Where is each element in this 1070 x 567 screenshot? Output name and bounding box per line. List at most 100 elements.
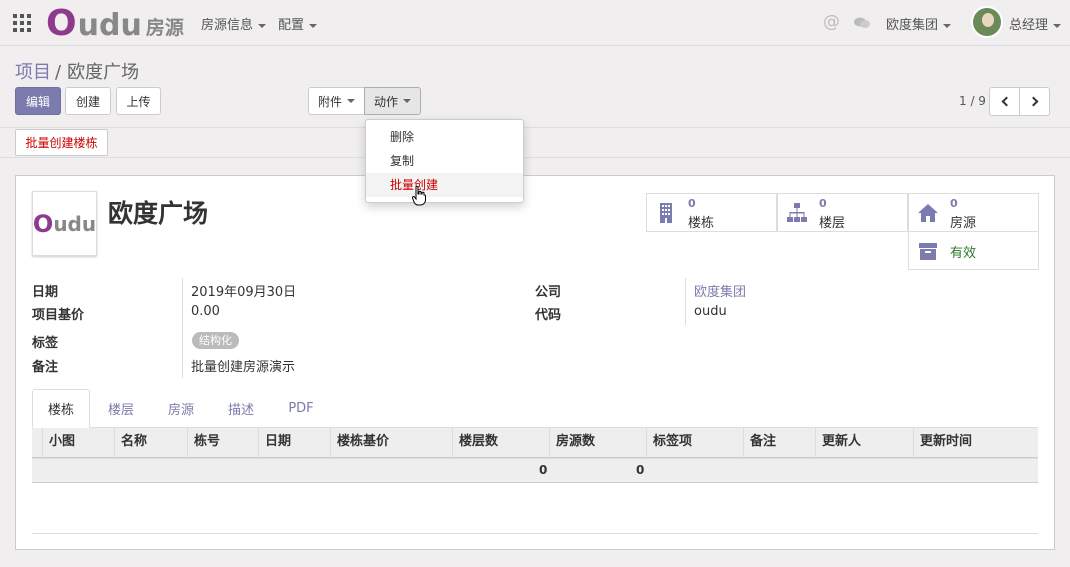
column-header-date[interactable]: 日期 <box>258 428 329 458</box>
user-avatar[interactable] <box>971 6 1003 38</box>
field-divider <box>685 278 686 325</box>
stat-buildings-label: 楼栋 <box>688 216 715 231</box>
company-switcher-label: 欧度集团 <box>886 18 939 33</box>
company-label: 公司 <box>535 285 562 300</box>
company-link[interactable]: 欧度集团 <box>694 281 746 300</box>
column-header-updated-by[interactable]: 更新人 <box>815 428 913 458</box>
home-icon <box>918 204 938 222</box>
app-name: 房源 <box>145 17 184 39</box>
caret-down-icon <box>258 23 267 28</box>
breadcrumb-separator: / <box>55 62 62 83</box>
top-navbar: Oudu 房源 房源信息 配置 @ 欧度集团 总经理 <box>0 0 1070 46</box>
sitemap-icon <box>787 203 807 222</box>
pager-next-button[interactable] <box>1019 87 1050 116</box>
user-menu[interactable]: 总经理 <box>1009 14 1062 33</box>
breadcrumb-parent-link[interactable]: 项目 <box>15 62 51 83</box>
apps-grid-icon[interactable] <box>13 14 31 32</box>
tab-floors[interactable]: 楼层 <box>96 389 146 428</box>
column-header-room-count[interactable]: 房源数 <box>549 428 646 458</box>
attachment-button-label: 附件 <box>317 94 342 109</box>
mention-icon[interactable]: @ <box>823 12 840 32</box>
active-toggle-button[interactable]: 有效 <box>908 231 1039 270</box>
record-title: 欧度广场 <box>108 199 209 228</box>
stat-floors-count: 0 <box>819 197 827 210</box>
brand-logo[interactable]: Oudu 房源 <box>46 4 184 42</box>
tag-label: 标签 <box>32 336 59 351</box>
menu-house-info[interactable]: 房源信息 <box>201 14 267 33</box>
brand-logo-o: O <box>46 3 77 44</box>
pager-previous-button[interactable] <box>989 87 1020 116</box>
caret-down-icon <box>403 99 411 103</box>
caret-down-icon <box>1053 23 1062 28</box>
pager-value: 1 / 9 <box>959 94 986 108</box>
date-label: 日期 <box>32 285 59 300</box>
column-header-updated-at[interactable]: 更新时间 <box>913 428 1038 458</box>
caret-down-icon <box>309 23 318 28</box>
create-button[interactable]: 创建 <box>65 87 111 115</box>
field-divider <box>182 278 183 378</box>
date-value: 2019年09月30日 <box>191 285 297 300</box>
project-logo: Oudu <box>32 191 97 256</box>
action-dropdown-menu: 删除 复制 批量创建 <box>365 119 524 203</box>
table-bottom-border <box>32 533 1038 534</box>
tab-buildings[interactable]: 楼栋 <box>32 389 90 428</box>
action-dropdown-button[interactable]: 动作 <box>364 87 421 115</box>
stat-floors-label: 楼层 <box>819 216 846 231</box>
attachment-dropdown-button[interactable]: 附件 <box>308 87 365 115</box>
stat-button-buildings[interactable]: 0 楼栋 <box>646 193 777 232</box>
breadcrumb: 项目 / 欧度广场 <box>15 58 139 84</box>
tag-badge: 结构化 <box>192 332 239 349</box>
tab-pdf[interactable]: PDF <box>276 389 326 428</box>
menu-house-info-label: 房源信息 <box>201 18 254 33</box>
batch-create-building-button[interactable]: 批量创建楼栋 <box>15 129 108 156</box>
action-button-label: 动作 <box>373 94 398 109</box>
upload-button[interactable]: 上传 <box>116 87 161 115</box>
archive-icon <box>919 243 937 260</box>
total-room-count: 0 <box>636 463 645 477</box>
project-logo-text: udu <box>53 211 97 236</box>
table-footer-totals: 0 0 <box>32 458 1038 483</box>
building-icon <box>660 203 672 223</box>
company-switcher[interactable]: 欧度集团 <box>886 14 952 33</box>
total-floor-count: 0 <box>539 463 548 477</box>
menu-config[interactable]: 配置 <box>278 14 318 33</box>
base-price-label: 项目基价 <box>32 308 85 323</box>
chevron-right-icon <box>1028 96 1038 107</box>
tab-rooms[interactable]: 房源 <box>156 389 206 428</box>
stat-button-rooms[interactable]: 0 房源 <box>908 193 1039 232</box>
caret-down-icon <box>943 23 952 28</box>
edit-button[interactable]: 编辑 <box>15 87 61 115</box>
table-header: 小图 名称 栋号 日期 楼栋基价 楼层数 房源数 标签项 备注 更新人 更新时间 <box>32 428 1038 458</box>
stat-button-floors[interactable]: 0 楼层 <box>777 193 908 232</box>
column-header-building-no[interactable]: 栋号 <box>187 428 258 458</box>
code-label: 代码 <box>535 308 562 323</box>
project-logo-o: O <box>32 209 54 238</box>
code-value: oudu <box>694 304 727 319</box>
column-header-notes[interactable]: 备注 <box>743 428 815 458</box>
column-header-name[interactable]: 名称 <box>114 428 187 458</box>
stat-buildings-count: 0 <box>688 197 696 210</box>
breadcrumb-current: 欧度广场 <box>67 62 140 83</box>
tab-description[interactable]: 描述 <box>216 389 266 428</box>
menu-item-delete[interactable]: 删除 <box>366 125 523 149</box>
chevron-left-icon <box>1001 96 1011 107</box>
active-status-label: 有效 <box>950 246 977 261</box>
column-header-building-price[interactable]: 楼栋基价 <box>330 428 452 458</box>
chat-icon[interactable] <box>854 17 870 29</box>
stat-rooms-label: 房源 <box>950 216 977 231</box>
base-price-value: 0.00 <box>191 304 220 319</box>
stat-rooms-count: 0 <box>950 197 958 210</box>
menu-item-batch-create[interactable]: 批量创建 <box>366 173 523 197</box>
menu-item-duplicate[interactable]: 复制 <box>366 149 523 173</box>
brand-logo-text: udu <box>77 8 142 43</box>
form-statusbar <box>0 128 1070 158</box>
form-sheet: Oudu 欧度广场 0 楼栋 0 楼层 0 房源 有效 日期 2019年09月3… <box>15 175 1055 550</box>
note-value: 批量创建房源演示 <box>191 360 296 375</box>
column-header-floor-count[interactable]: 楼层数 <box>452 428 549 458</box>
caret-down-icon <box>347 99 355 103</box>
column-header-tag-items[interactable]: 标签项 <box>646 428 743 458</box>
menu-config-label: 配置 <box>278 18 305 33</box>
notebook-tabs: 楼栋 楼层 房源 描述 PDF <box>32 389 1038 428</box>
hand-pointer-cursor-icon <box>412 186 426 206</box>
column-header-thumbnail[interactable]: 小图 <box>42 428 113 458</box>
